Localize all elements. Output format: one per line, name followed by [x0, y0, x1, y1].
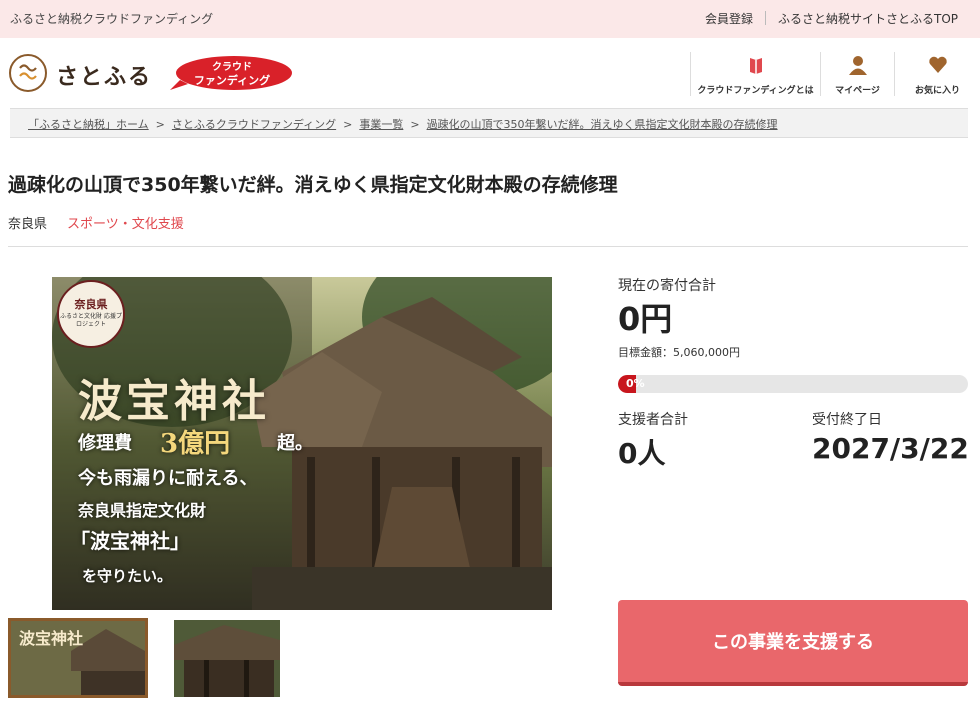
- breadcrumb-home[interactable]: 「ふるさと納税」ホーム: [28, 118, 149, 131]
- nav-label: クラウドファンディングとは: [697, 86, 814, 96]
- badge-line1: クラウド: [212, 62, 252, 73]
- top-links: 会員登録 ふるさと納税サイトさとふるTOP: [693, 10, 970, 27]
- breadcrumb-separator: >: [343, 118, 353, 131]
- breadcrumb: 「ふるさと納税」ホーム > さとふるクラウドファンディング > 事業一覧 > 過疎化の山頂で…: [10, 108, 968, 138]
- supporters-label: 支援者合計: [618, 412, 688, 428]
- hero-line4: 「波宝神社」: [70, 529, 190, 553]
- hero-shrine-name: 波宝神社: [78, 376, 270, 427]
- hero-line5: を守りたい。: [82, 567, 173, 585]
- category-link[interactable]: スポーツ・文化支援: [67, 213, 184, 232]
- hero-cost-amount: 3億円: [160, 429, 231, 459]
- nav-label: マイページ: [835, 86, 880, 96]
- crowdfunding-badge[interactable]: クラウド ファンディング: [170, 54, 294, 92]
- nav-about-crowdfunding[interactable]: クラウドファンディングとは: [690, 52, 820, 96]
- goal-amount: 目標金額：5,060,000円: [618, 346, 740, 359]
- nav-favorites[interactable]: お気に入り: [894, 52, 980, 96]
- breadcrumb-separator: >: [410, 118, 420, 131]
- site-header: さとふる クラウド ファンディング クラウドファンディングとは マイページ お気…: [0, 38, 980, 108]
- prefecture-seal: 奈良県 ふるさと文化財 応援プロジェクト: [57, 280, 125, 348]
- hero-cost-label: 修理費: [78, 433, 132, 454]
- thumbnail-image: [174, 620, 280, 697]
- nav-label: お気に入り: [914, 86, 960, 96]
- support-button[interactable]: この事業を支援する: [618, 600, 968, 686]
- end-date-label: 受付終了日: [812, 412, 882, 428]
- total-donation-value: 0円: [618, 300, 673, 338]
- thumbnail-caption: 波宝神社: [19, 629, 84, 648]
- prefecture-label: 奈良県: [8, 217, 48, 232]
- thumbnail-1[interactable]: 波宝神社: [8, 618, 148, 698]
- total-donation-label: 現在の寄付合計: [618, 278, 716, 294]
- breadcrumb-current[interactable]: 過疎化の山頂で350年繋いだ絆。消えゆく県指定文化財本殿の存続修理: [427, 118, 778, 131]
- user-icon: [848, 56, 867, 75]
- badge-line2: ファンディング: [193, 74, 271, 87]
- main-project-image[interactable]: 奈良県 ふるさと文化財 応援プロジェクト 波宝神社 修理費 3億円 超。 今も雨…: [52, 277, 552, 610]
- end-date-value: 2027/3/22: [812, 432, 969, 465]
- page-title: 過疎化の山頂で350年繋いだ絆。消えゆく県指定文化財本殿の存続修理: [8, 174, 618, 196]
- breadcrumb-separator: >: [155, 118, 165, 131]
- divider: [8, 246, 968, 247]
- seal-title: 奈良県: [74, 298, 108, 311]
- progress-bar: 0%: [618, 375, 968, 393]
- hero-cost-suffix: 超。: [277, 433, 313, 454]
- heart-icon: [928, 56, 947, 73]
- breadcrumb-projects[interactable]: 事業一覧: [359, 118, 403, 131]
- register-link[interactable]: 会員登録: [693, 10, 765, 27]
- logo-text[interactable]: さとふる: [56, 59, 152, 91]
- header-nav: クラウドファンディングとは マイページ お気に入り: [690, 52, 980, 96]
- top-bar: ふるさと納税クラウドファンディング 会員登録 ふるさと納税サイトさとふるTOP: [0, 0, 980, 38]
- site-tagline: ふるさと納税クラウドファンディング: [10, 12, 214, 26]
- supporters-value: 0人: [618, 437, 666, 470]
- hero-line3: 奈良県指定文化財: [78, 501, 207, 520]
- breadcrumb-crowdfunding[interactable]: さとふるクラウドファンディング: [172, 118, 336, 131]
- satofull-logo-icon[interactable]: [9, 54, 47, 92]
- seal-subtitle: ふるさと文化財 応援プロジェクト: [60, 313, 122, 328]
- hero-line2: 今も雨漏りに耐える、: [78, 468, 258, 489]
- book-icon: [749, 58, 762, 74]
- progress-percent: 0%: [626, 377, 645, 390]
- nav-mypage[interactable]: マイページ: [820, 52, 894, 96]
- satofull-top-link[interactable]: ふるさと納税サイトさとふるTOP: [766, 10, 970, 27]
- thumbnail-2[interactable]: [174, 620, 280, 697]
